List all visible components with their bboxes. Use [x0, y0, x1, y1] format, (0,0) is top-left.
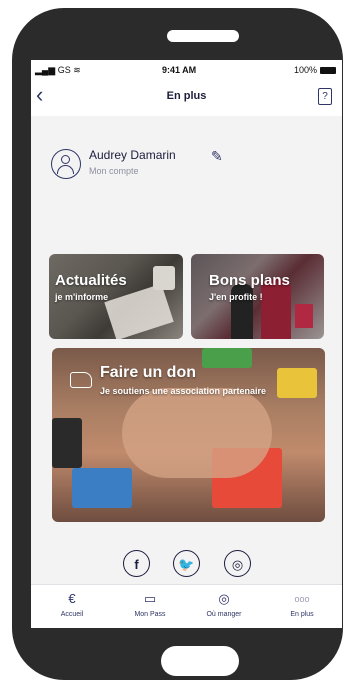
main-content: Audrey Damarin Mon compte ✎ Actualités j… [31, 116, 342, 584]
avatar-icon [51, 149, 81, 179]
status-time: 9:41 AM [162, 65, 197, 75]
carrier-label: ▂▄▆ GS ≋ [35, 65, 81, 75]
profile-subtitle: Mon compte [89, 166, 139, 176]
tab-accueil-label: Accueil [60, 611, 84, 618]
card-bons-plans-title: Bons plans [209, 272, 290, 289]
tab-mon-pass-label: Mon Pass [134, 611, 166, 618]
page-title: En plus [166, 90, 207, 102]
card-actualites-title: Actualités [55, 272, 127, 289]
status-bar: ▂▄▆ GS ≋ 9:41 AM 100% [31, 60, 342, 80]
home-euro-icon: € [68, 591, 76, 606]
card-bons-plans[interactable]: Bons plans J'en profite ! [191, 254, 324, 339]
screen: ▂▄▆ GS ≋ 9:41 AM 100% ‹ En plus ? Audrey… [31, 60, 342, 628]
card-bons-plans-subtitle: J'en profite ! [209, 292, 263, 302]
card-faire-un-don[interactable]: Faire un don Je soutiens une association… [52, 348, 325, 522]
card-actualites-subtitle: je m'informe [55, 292, 109, 302]
tab-ou-manger-label: Où manger [206, 611, 242, 618]
phone-speaker [167, 30, 239, 42]
battery-indicator: 100% [294, 65, 336, 75]
card-don-title: Faire un don [100, 364, 196, 381]
heart-hand-icon [70, 372, 92, 388]
profile-name: Audrey Damarin [89, 148, 176, 162]
tab-ou-manger[interactable]: ◎ Où manger [189, 589, 259, 618]
battery-percent: 100% [293, 65, 317, 75]
profile-section[interactable]: Audrey Damarin Mon compte ✎ [51, 146, 321, 186]
instagram-icon[interactable]: ◎ [224, 550, 251, 577]
battery-icon [320, 66, 336, 74]
social-links: f 🐦 ◎ [31, 550, 342, 582]
tab-en-plus-label: En plus [290, 611, 314, 618]
tab-bar: € Accueil ▭ Mon Pass ◎ Où manger ooo En … [31, 584, 342, 628]
twitter-icon[interactable]: 🐦 [173, 550, 200, 577]
tab-accueil[interactable]: € Accueil [37, 589, 107, 618]
more-icon: ooo [294, 594, 310, 604]
pencil-icon[interactable]: ✎ [211, 148, 223, 165]
nav-bar: ‹ En plus ? [31, 80, 342, 114]
card-don-subtitle: Je soutiens une association partenaire [100, 386, 267, 396]
card-actualites[interactable]: Actualités je m'informe [49, 254, 183, 339]
tab-mon-pass[interactable]: ▭ Mon Pass [115, 589, 185, 618]
dish-icon: ◎ [218, 591, 230, 606]
card-icon: ▭ [143, 591, 157, 606]
help-icon[interactable]: ? [318, 88, 332, 105]
facebook-icon[interactable]: f [123, 550, 150, 577]
phone-home-button[interactable] [161, 646, 239, 676]
tab-en-plus[interactable]: ooo En plus [267, 589, 337, 618]
